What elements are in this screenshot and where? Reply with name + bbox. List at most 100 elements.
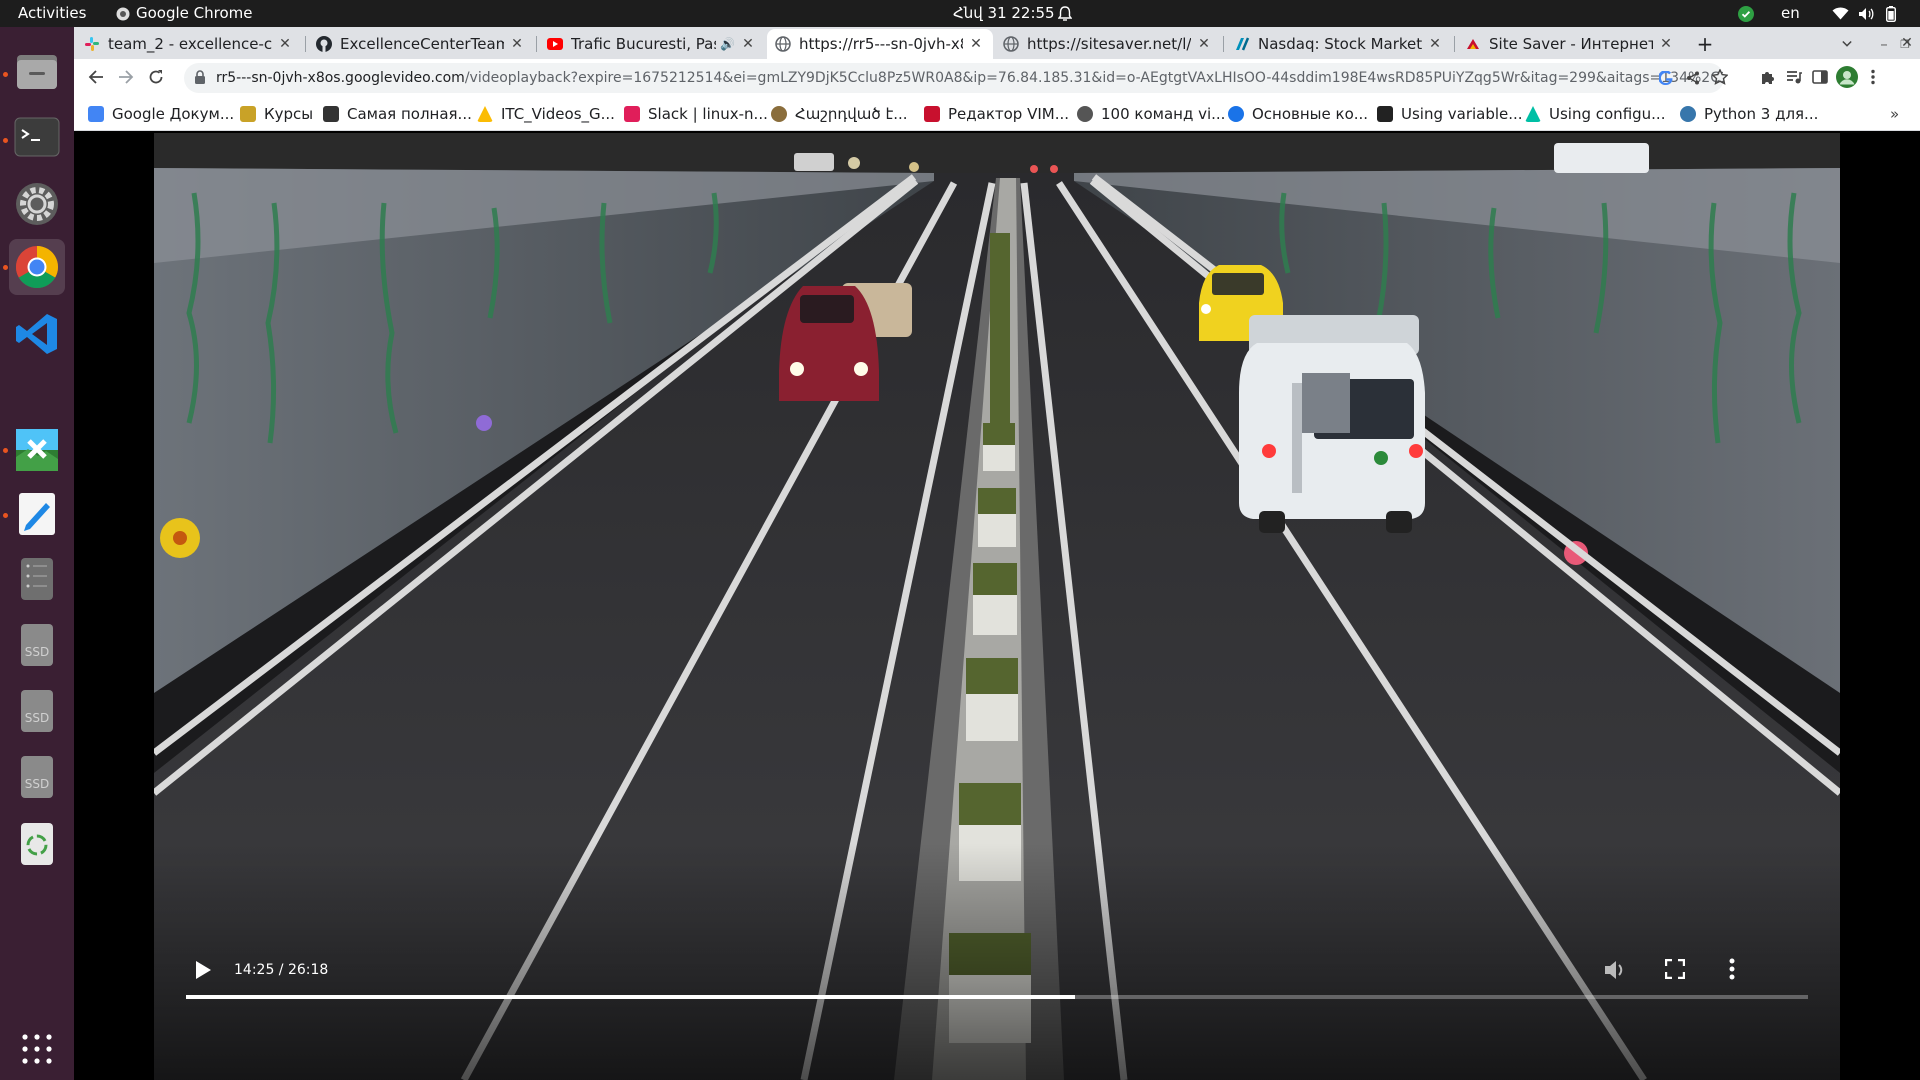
play-button[interactable] xyxy=(194,960,212,984)
bookmark-item[interactable]: Google Докум... xyxy=(88,97,234,131)
clock[interactable]: Հնվ 31 22:55 xyxy=(953,0,1055,27)
drive-icon xyxy=(21,558,53,600)
bookmark-item[interactable]: Հաշրդված է... xyxy=(771,97,908,131)
chrome-icon xyxy=(15,246,59,289)
dock-app-grid[interactable] xyxy=(9,1021,65,1077)
progress-bar[interactable] xyxy=(186,995,1808,999)
sitesaver-icon xyxy=(1465,36,1481,52)
share-button[interactable] xyxy=(1686,70,1700,89)
tab-youtube[interactable]: Trafic Bucuresti, Pas 🔊 ✕ xyxy=(539,29,765,59)
extensions-button[interactable] xyxy=(1760,69,1776,89)
close-icon[interactable]: ✕ xyxy=(739,36,757,52)
dock-terminal[interactable] xyxy=(9,109,65,165)
profile-button[interactable] xyxy=(1836,66,1858,92)
bookmark-star-button[interactable] xyxy=(1711,68,1729,89)
bookmark-item[interactable]: Using variable... xyxy=(1377,97,1523,131)
volume-icon[interactable] xyxy=(1858,0,1874,27)
browser-toolbar: rr5---sn-0jvh-x8os.googlevideo.com/video… xyxy=(74,59,1920,97)
dock-text-editor[interactable] xyxy=(9,486,65,542)
bookmark-site-icon xyxy=(771,106,787,122)
bookmark-item[interactable]: Основные ко... xyxy=(1228,97,1368,131)
bookmark-label: Slack | linux-n... xyxy=(648,105,768,123)
lock-icon[interactable] xyxy=(194,63,206,93)
folder-icon xyxy=(240,106,256,122)
new-tab-button[interactable]: + xyxy=(1688,29,1722,59)
dock-ssd-2[interactable]: SSD xyxy=(9,683,65,739)
activities-button[interactable]: Activities xyxy=(18,0,86,27)
bookmark-label: 100 команд vi... xyxy=(1101,105,1226,123)
close-icon[interactable]: ✕ xyxy=(508,36,526,52)
more-options-button[interactable] xyxy=(1729,958,1735,984)
wifi-icon[interactable] xyxy=(1832,0,1849,27)
bookmark-item[interactable]: Самая полная... xyxy=(323,97,472,131)
dock-trash[interactable] xyxy=(9,816,65,872)
close-icon[interactable]: ✕ xyxy=(967,36,985,52)
bookmark-label: Google Докум... xyxy=(112,105,235,123)
tab-sitesaver-link[interactable]: https://sitesaver.net/l/7 ✕ xyxy=(995,29,1221,59)
bookmark-item[interactable]: Курсы xyxy=(240,97,313,131)
bookmark-item[interactable]: Slack | linux-n... xyxy=(624,97,768,131)
svg-text:SSD: SSD xyxy=(25,711,49,725)
window-close-button[interactable]: ✕ xyxy=(1896,29,1918,57)
bookmark-site-icon xyxy=(1525,106,1541,122)
tab-team2[interactable]: team_2 - excellence-cent ✕ xyxy=(76,29,302,59)
avatar-icon xyxy=(1836,66,1858,88)
media-controls-button[interactable] xyxy=(1786,69,1802,89)
bookmark-item[interactable]: ITC_Videos_G... xyxy=(477,97,615,131)
close-icon[interactable]: ✕ xyxy=(1426,36,1444,52)
globe-icon xyxy=(775,36,791,52)
app-name: Google Chrome xyxy=(136,4,253,22)
image-viewer-icon xyxy=(16,429,58,471)
playlist-icon xyxy=(1787,71,1802,84)
bookmark-item[interactable]: Python 3 для... xyxy=(1680,97,1818,131)
address-bar[interactable]: rr5---sn-0jvh-x8os.googlevideo.com/video… xyxy=(184,63,1724,93)
forward-button[interactable] xyxy=(118,69,134,89)
close-icon: ✕ xyxy=(1901,35,1913,51)
share-icon xyxy=(1687,71,1699,85)
dock-vscode[interactable] xyxy=(9,306,65,362)
close-icon[interactable]: ✕ xyxy=(276,36,294,52)
reload-button[interactable] xyxy=(148,69,164,89)
notification-bell-icon xyxy=(1058,0,1072,27)
chrome-small-icon xyxy=(116,7,130,20)
kebab-menu-icon xyxy=(1871,69,1875,85)
app-grid-icon xyxy=(22,1034,52,1064)
mute-button[interactable] xyxy=(1603,959,1627,985)
dock-settings[interactable] xyxy=(9,176,65,232)
app-menu[interactable]: Google Chrome xyxy=(116,0,253,27)
dock-chrome[interactable] xyxy=(9,239,65,295)
drive-triangle-icon xyxy=(477,106,493,122)
bookmark-item[interactable]: Using configu... xyxy=(1525,97,1665,131)
back-button[interactable] xyxy=(88,69,104,89)
tab-nasdaq[interactable]: Nasdaq: Stock Market, D ✕ xyxy=(1226,29,1452,59)
bookmarks-overflow-button[interactable]: » xyxy=(1890,97,1899,131)
fullscreen-button[interactable] xyxy=(1664,958,1686,983)
chrome-menu-button[interactable] xyxy=(1870,69,1876,89)
battery-icon[interactable] xyxy=(1886,0,1896,27)
tab-github[interactable]: ExcellenceCenterTeam2 ✕ xyxy=(308,29,534,59)
fullscreen-icon xyxy=(1664,958,1686,980)
video-player[interactable]: 14:25 / 26:18 xyxy=(154,133,1840,1080)
google-lens-button[interactable] xyxy=(1658,70,1673,89)
dock-image-viewer[interactable] xyxy=(9,422,65,478)
time-display: 14:25 / 26:18 xyxy=(234,962,329,978)
dock-ssd-1[interactable]: SSD xyxy=(9,617,65,673)
side-panel-button[interactable] xyxy=(1812,69,1828,89)
python-icon xyxy=(1680,106,1696,122)
bookmark-label: Основные ко... xyxy=(1252,105,1369,123)
close-icon[interactable]: ✕ xyxy=(1195,36,1213,52)
url-path: /videoplayback?expire=1675212514&ei=gmLZ… xyxy=(464,70,1724,86)
dock-files[interactable] xyxy=(9,43,65,99)
input-language[interactable]: en xyxy=(1781,0,1800,27)
bookmark-item[interactable]: Редактор VIM... xyxy=(924,97,1069,131)
minimize-button[interactable]: – xyxy=(1873,29,1895,59)
status-check-icon[interactable] xyxy=(1738,0,1754,27)
bookmark-item[interactable]: 100 команд vi... xyxy=(1077,97,1225,131)
tab-video-active[interactable]: https://rr5---sn-0jvh-x8o ✕ xyxy=(767,29,993,59)
close-icon[interactable]: ✕ xyxy=(1657,36,1675,52)
tab-sitesaver[interactable]: Site Saver - Интернет-м ✕ xyxy=(1457,29,1683,59)
tab-audio-icon[interactable]: 🔊 xyxy=(720,37,735,51)
dock-drive[interactable] xyxy=(9,551,65,607)
dock-ssd-3[interactable]: SSD xyxy=(9,749,65,805)
tab-search-button[interactable] xyxy=(1834,29,1860,59)
